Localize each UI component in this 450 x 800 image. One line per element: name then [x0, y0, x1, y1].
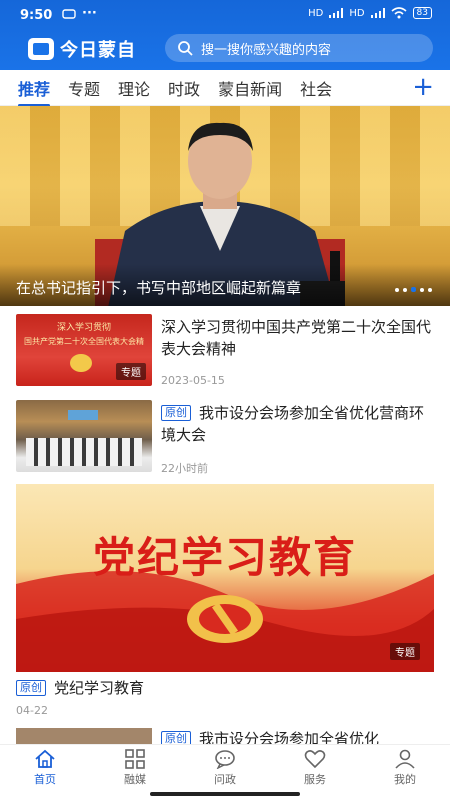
carousel-dot-active	[411, 287, 416, 292]
news-title: 深入学习贯彻中国共产党第二十次全国代表大会精神	[161, 318, 432, 358]
hero-caption: 在总书记指引下，书写中部地区崛起新篇章	[16, 279, 302, 297]
user-icon	[395, 749, 415, 769]
nav-label: 我的	[394, 773, 416, 786]
news-title: 原创 我市设分会场参加全省优化营商环境大会	[161, 402, 434, 446]
search-icon	[178, 41, 193, 56]
thumb-text: 深入学习贯彻	[56, 323, 111, 333]
carousel-dot	[420, 287, 424, 292]
meeting-screen	[68, 410, 98, 420]
party-emblem-icon	[70, 354, 92, 372]
carousel-dot	[403, 287, 407, 292]
news-thumbnail	[16, 728, 152, 744]
tab-politics[interactable]: 时政	[168, 76, 200, 100]
nav-services[interactable]: 服务	[270, 745, 360, 790]
topic-tag: 专题	[116, 363, 146, 380]
search-bar[interactable]: 搜一搜你感兴趣的内容	[165, 34, 433, 62]
notification-icon	[62, 8, 76, 24]
party-emblem-icon	[187, 595, 263, 643]
nav-home[interactable]: 首页	[0, 745, 90, 790]
status-right: HD HD 83	[308, 7, 432, 19]
more-dots-icon: ···	[82, 6, 97, 21]
nav-inquiry[interactable]: 问政	[180, 745, 270, 790]
tab-theory[interactable]: 理论	[118, 76, 150, 100]
news-item[interactable]: 深入学习贯彻 国共产党第二十次全国代表大会精 专题 深入学习贯彻中国共产党第二十…	[16, 314, 434, 394]
carousel-dot	[428, 287, 432, 292]
network-label: HD	[308, 7, 324, 19]
system-home-indicator[interactable]	[150, 792, 300, 796]
nav-label: 服务	[304, 773, 326, 786]
hero-carousel[interactable]: 在总书记指引下，书写中部地区崛起新篇章	[0, 106, 450, 306]
signal-icon-2	[370, 8, 385, 18]
feature-banner[interactable]: 党纪学习教育 专题	[16, 484, 434, 672]
plus-icon[interactable]: +	[412, 74, 434, 100]
home-icon	[35, 749, 55, 768]
news-title: 原创 我市设分会场参加全省优化	[161, 728, 379, 744]
battery-indicator: 83	[412, 7, 432, 19]
tab-society[interactable]: 社会	[300, 76, 332, 100]
app-name: 今日蒙自	[60, 40, 136, 61]
category-tabs: 推荐 专题 理论 时政 蒙自新闻 社会 +	[0, 70, 450, 107]
signal-icon	[329, 8, 344, 18]
heart-icon	[304, 750, 326, 769]
topic-tag: 专题	[390, 643, 420, 660]
tab-local-news[interactable]: 蒙自新闻	[218, 76, 282, 100]
nav-label: 问政	[214, 773, 236, 786]
nav-media[interactable]: 融媒	[90, 745, 180, 790]
news-title-text: 我市设分会场参加全省优化营商环境大会	[161, 404, 425, 444]
news-title-text: 我市设分会场参加全省优化	[199, 730, 380, 744]
news-date: 2023-05-15	[161, 374, 225, 387]
thumb-text: 国共产党第二十次全国代表大会精	[24, 337, 144, 346]
news-thumbnail	[16, 400, 152, 472]
feature-title: 党纪学习教育	[54, 679, 145, 697]
app-logo[interactable]: 今日蒙自	[28, 36, 136, 62]
tab-topics[interactable]: 专题	[68, 76, 100, 100]
news-item-partial[interactable]: 原创 我市设分会场参加全省优化	[16, 728, 434, 744]
carousel-indicator	[395, 287, 432, 292]
nav-label: 首页	[34, 773, 56, 786]
news-item[interactable]: 原创 我市设分会场参加全省优化营商环境大会 22小时前	[16, 400, 434, 476]
meeting-attendees	[26, 438, 142, 466]
feature-caption[interactable]: 原创 党纪学习教育	[16, 677, 144, 698]
news-date: 22小时前	[161, 462, 208, 475]
nav-label: 融媒	[124, 773, 146, 786]
wifi-icon	[391, 7, 407, 19]
app-header: 9:50 ··· HD HD 83 今日蒙自 搜一搜你感兴趣的内容	[0, 0, 450, 70]
chat-icon	[215, 750, 235, 769]
original-badge: 原创	[161, 731, 191, 744]
news-thumbnail: 深入学习贯彻 国共产党第二十次全国代表大会精 专题	[16, 314, 152, 386]
status-bar: 9:50 ··· HD HD 83	[0, 0, 450, 30]
search-placeholder: 搜一搜你感兴趣的内容	[201, 42, 332, 58]
nav-profile[interactable]: 我的	[360, 745, 450, 790]
original-badge: 原创	[16, 680, 46, 696]
carousel-dot	[395, 287, 399, 292]
network-label-2: HD	[349, 7, 365, 19]
status-time: 9:50	[20, 8, 53, 23]
grid-icon	[125, 749, 145, 769]
banner-title: 党纪学习教育	[92, 533, 357, 582]
bottom-navigation: 首页 融媒 问政 服务 我的	[0, 744, 450, 790]
feature-date: 04-22	[16, 704, 48, 717]
logo-icon	[28, 38, 54, 60]
original-badge: 原创	[161, 405, 191, 421]
tab-recommend[interactable]: 推荐	[18, 76, 51, 107]
